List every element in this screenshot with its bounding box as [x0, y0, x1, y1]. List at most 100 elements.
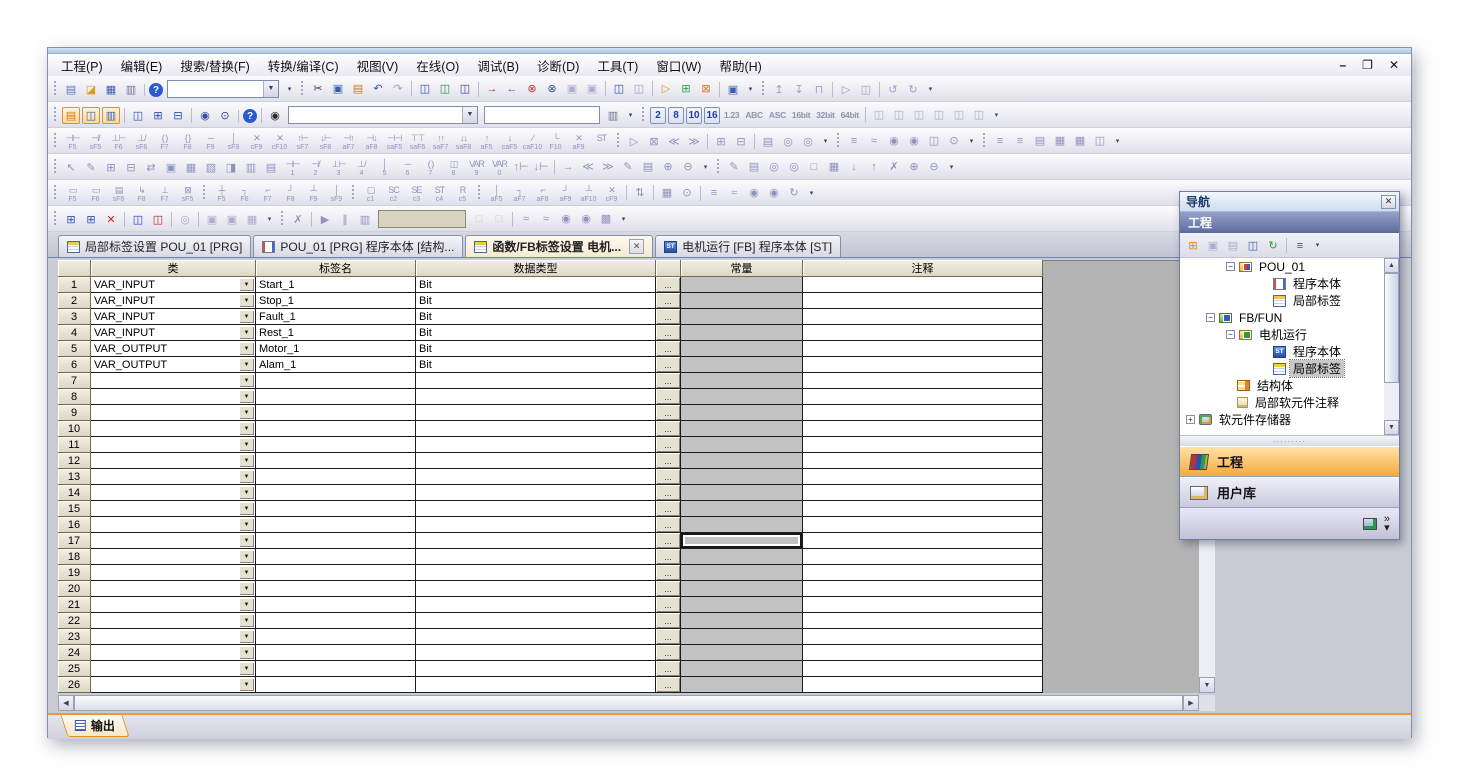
- label-name-cell[interactable]: [256, 613, 416, 629]
- write-to-plc-icon[interactable]: →: [483, 81, 501, 98]
- fbd-branch-close-icon[interactable]: ⊥/4: [351, 156, 372, 179]
- open-project-icon[interactable]: ◪: [82, 81, 100, 98]
- project-view-button[interactable]: 工程: [1180, 446, 1399, 477]
- pulse-icon[interactable]: ⊓: [810, 81, 828, 98]
- constant-cell[interactable]: [681, 293, 803, 309]
- toolbar-grip[interactable]: [836, 132, 840, 149]
- class-dropdown-button[interactable]: ▼: [239, 454, 254, 467]
- stamp-icon[interactable]: ▥: [242, 159, 260, 176]
- menu-item[interactable]: 窗口(W): [647, 58, 710, 76]
- sfc-col-icon[interactable]: □: [805, 159, 823, 176]
- tree-item-label[interactable]: 局部软元件注释: [1252, 394, 1342, 411]
- paste-icon[interactable]: ▤: [349, 80, 367, 97]
- bit64-display-icon[interactable]: 64bit: [839, 107, 861, 124]
- npulse-close-branch-icon[interactable]: ↓↓saF8: [453, 131, 474, 154]
- constant-cell[interactable]: [681, 613, 803, 629]
- device-display-icon[interactable]: ◫: [610, 80, 628, 97]
- zoom-doc-icon[interactable]: ▥: [604, 107, 622, 124]
- row-number-cell[interactable]: 15: [58, 501, 91, 517]
- menu-item[interactable]: 编辑(E): [112, 58, 172, 76]
- row-number-cell[interactable]: 21: [58, 597, 91, 613]
- delete-vline-icon[interactable]: ✕cF10: [269, 131, 290, 154]
- data-type-cell[interactable]: [416, 581, 656, 597]
- type-browse-button[interactable]: ...: [656, 373, 681, 389]
- npulse-open-branch-icon[interactable]: ↑↑saF7: [430, 131, 451, 154]
- class-dropdown-button[interactable]: ▼: [239, 422, 254, 435]
- toolbar-overflow-button[interactable]: ▾: [966, 132, 977, 150]
- interlock-edit-icon[interactable]: ✎: [82, 159, 100, 176]
- comment-cell[interactable]: [803, 453, 1043, 469]
- sfc-st-icon[interactable]: STc4: [429, 182, 450, 205]
- row-number-cell[interactable]: 2: [58, 293, 91, 309]
- type-browse-button[interactable]: ...: [656, 565, 681, 581]
- data-type-cell[interactable]: [416, 437, 656, 453]
- class-dropdown-button[interactable]: ▼: [239, 294, 254, 307]
- data-type-cell[interactable]: [416, 501, 656, 517]
- watch4-icon[interactable]: ◉: [577, 210, 595, 227]
- radix-2-icon[interactable]: 2: [650, 107, 666, 124]
- comment-cell[interactable]: [803, 549, 1043, 565]
- toolbar-overflow-button[interactable]: ▾: [820, 132, 831, 150]
- tab-local-label-pou01[interactable]: 局部标签设置 POU_01 [PRG]: [58, 235, 251, 257]
- toolbar-grip[interactable]: [53, 210, 57, 227]
- label-name-cell[interactable]: [256, 373, 416, 389]
- coil-icon[interactable]: ( )F7: [154, 131, 175, 154]
- navigation-sort-caret[interactable]: ▾: [1312, 236, 1323, 254]
- find-coil-icon[interactable]: ◎: [799, 133, 817, 150]
- class-cell[interactable]: ▼: [91, 549, 256, 565]
- type-browse-button[interactable]: ...: [656, 661, 681, 677]
- class-dropdown-button[interactable]: ▼: [239, 278, 254, 291]
- refresh-icon[interactable]: ↻: [1264, 237, 1282, 254]
- data-type-cell[interactable]: [416, 661, 656, 677]
- class-header[interactable]: 类: [91, 260, 256, 277]
- arc-delete-icon[interactable]: ✕cF9: [601, 182, 622, 205]
- new-declaration-red-icon[interactable]: ◫: [149, 211, 167, 228]
- tree-item[interactable]: 局部软元件注释: [1180, 394, 1399, 411]
- horizontal-line-icon[interactable]: ─F9: [200, 131, 221, 154]
- device-monitor-icon[interactable]: ◫: [436, 80, 454, 97]
- label-name-cell[interactable]: Motor_1: [256, 341, 416, 357]
- monitor-mode-icon[interactable]: ▣: [724, 81, 742, 98]
- class-dropdown-button[interactable]: ▼: [239, 310, 254, 323]
- real-display-icon[interactable]: 1.23: [722, 107, 741, 124]
- jump-fwd-icon[interactable]: ≫: [599, 158, 617, 175]
- sfc-find1-icon[interactable]: ◎: [765, 158, 783, 175]
- save-project-icon[interactable]: ▦: [102, 81, 120, 98]
- history-icon[interactable]: ⊙: [945, 132, 963, 149]
- read-label2-icon[interactable]: ▣: [203, 211, 221, 228]
- block-d-icon[interactable]: ◨: [222, 159, 240, 176]
- indent-icon[interactable]: ≡: [991, 133, 1009, 150]
- class-dropdown-button[interactable]: ▼: [239, 390, 254, 403]
- class-cell[interactable]: ▼: [91, 453, 256, 469]
- tree-item[interactable]: 局部标签: [1180, 360, 1399, 377]
- device-search-icon[interactable]: ⊙: [216, 107, 234, 124]
- watch-combo[interactable]: [378, 210, 466, 228]
- radix-8-icon[interactable]: 8: [668, 107, 684, 124]
- sfc-se-icon[interactable]: SEc3: [406, 182, 427, 205]
- data-type-header[interactable]: 数据类型: [416, 260, 656, 277]
- tree-item[interactable]: − FB/FUN: [1180, 309, 1399, 326]
- rung-corner3-icon[interactable]: ┘F8: [280, 182, 301, 205]
- block-b-icon[interactable]: ▦: [182, 159, 200, 176]
- toolbar-grip[interactable]: [641, 106, 645, 123]
- label-name-cell[interactable]: [256, 421, 416, 437]
- class-cell[interactable]: ▼: [91, 613, 256, 629]
- pulse-down-branch-icon[interactable]: ⊣↓aF8: [361, 131, 382, 154]
- device-skip1-icon[interactable]: ◫: [870, 106, 888, 123]
- browse-header[interactable]: [656, 260, 681, 277]
- toolbar-grip[interactable]: [280, 210, 284, 227]
- bit32-display-icon[interactable]: 32bit: [814, 107, 836, 124]
- menu-item[interactable]: 工程(P): [52, 58, 112, 76]
- pulse-up-branch-icon[interactable]: ⊣↑aF7: [338, 131, 359, 154]
- read-from-plc-icon[interactable]: ←: [503, 81, 521, 98]
- sfc-block-icon[interactable]: ▭F6: [85, 182, 106, 205]
- edit-ladder-icon[interactable]: ▷: [625, 133, 643, 150]
- tree-item-label[interactable]: 软元件存储器: [1216, 411, 1294, 428]
- pulse-up-icon[interactable]: ↑⊢sF7: [292, 131, 313, 154]
- comment-cell[interactable]: [803, 389, 1043, 405]
- comment-cell[interactable]: [803, 533, 1043, 549]
- conversion-icon[interactable]: ✗: [289, 211, 307, 228]
- comment-cell[interactable]: [803, 677, 1043, 693]
- toolbar-overflow-button[interactable]: ▾: [618, 210, 629, 228]
- data-type-cell[interactable]: Bit: [416, 357, 656, 373]
